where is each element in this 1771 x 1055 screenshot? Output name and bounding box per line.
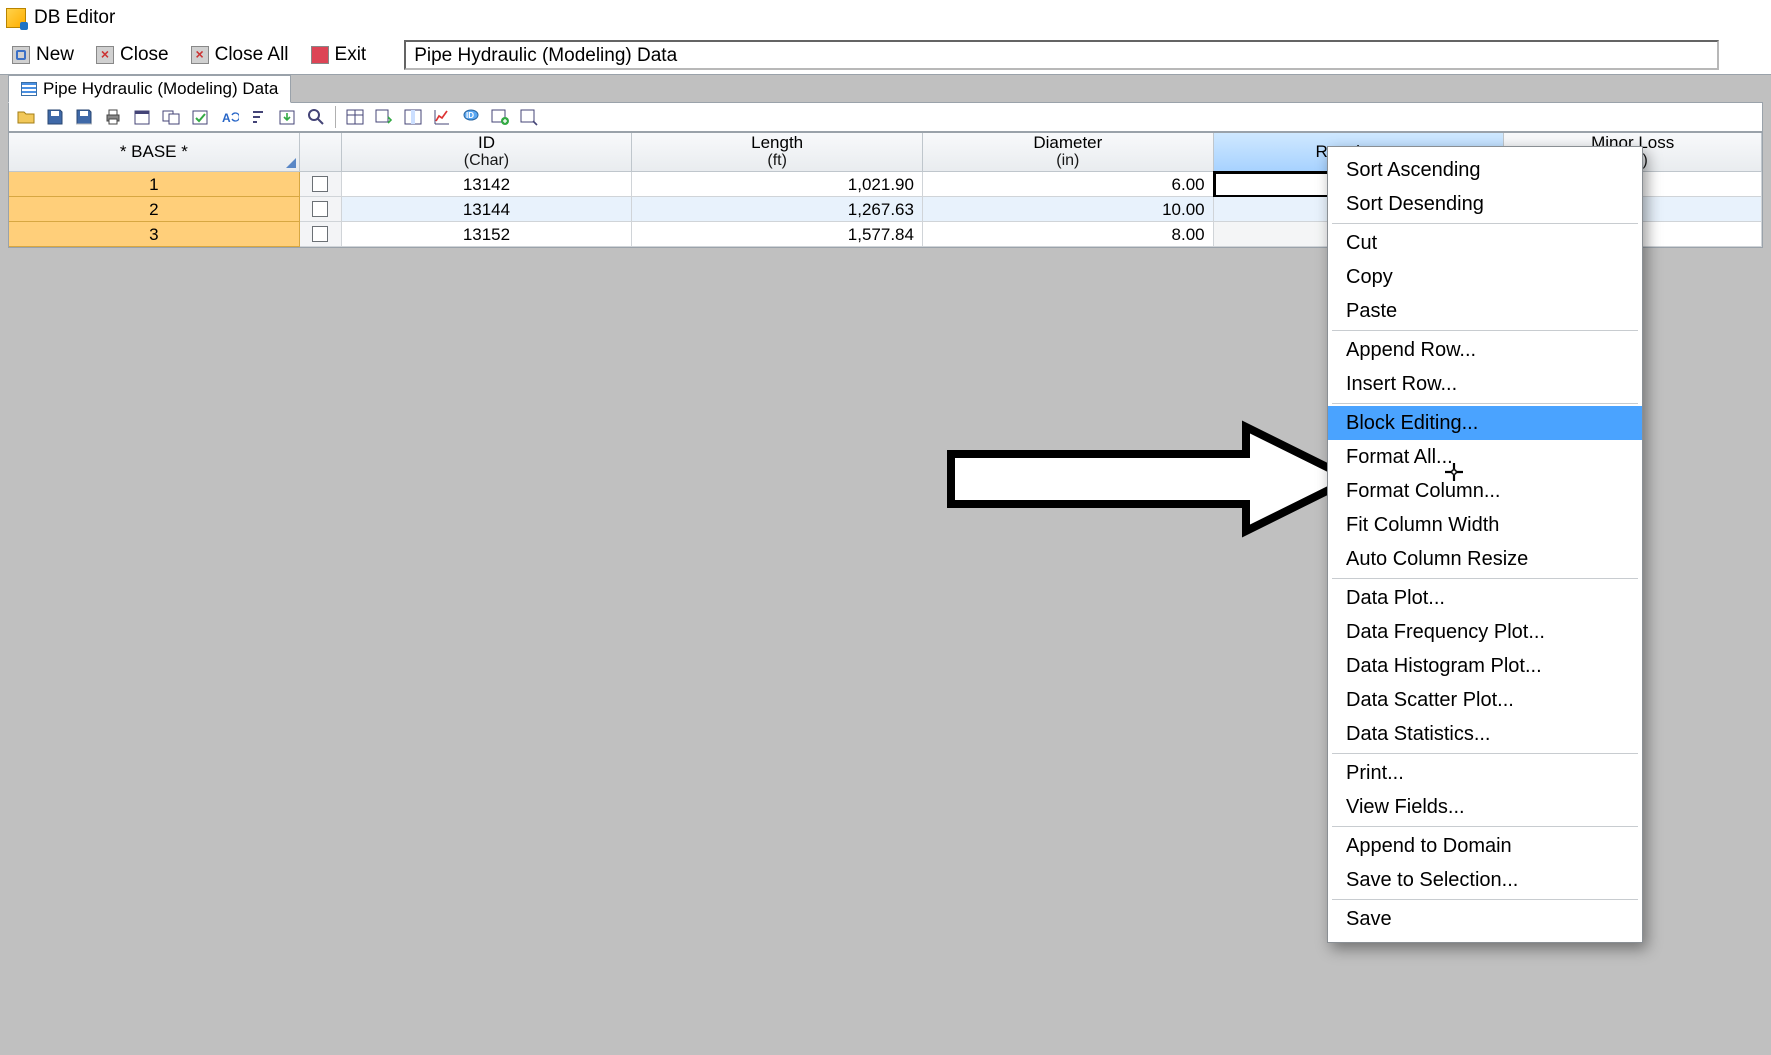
context-menu-item[interactable]: Format All... <box>1328 440 1642 474</box>
cell-id[interactable]: 13142 <box>342 172 633 197</box>
cell-diameter[interactable]: 6.00 <box>923 172 1214 197</box>
tabstrip: Pipe Hydraulic (Modeling) Data <box>8 75 291 103</box>
close-label: Close <box>120 44 169 66</box>
context-menu-item[interactable]: Sort Desending <box>1328 187 1642 221</box>
table-export-icon[interactable] <box>371 105 397 129</box>
new-menu-item[interactable]: New <box>12 44 74 66</box>
context-menu-separator <box>1332 403 1638 404</box>
icon-toolbar: A ID <box>8 102 1763 132</box>
context-menu-item[interactable]: Sort Ascending <box>1328 153 1642 187</box>
calendar-check-icon[interactable] <box>187 105 213 129</box>
row-checkbox[interactable] <box>300 222 342 247</box>
cell-length[interactable]: 1,267.63 <box>632 197 923 222</box>
close-all-label: Close All <box>215 44 289 66</box>
context-menu-item[interactable]: Copy <box>1328 260 1642 294</box>
save-icon[interactable] <box>42 105 68 129</box>
context-menu-item[interactable]: Insert Row... <box>1328 367 1642 401</box>
row-number[interactable]: 2 <box>9 197 300 222</box>
calendar-icon[interactable] <box>129 105 155 129</box>
save-as-icon[interactable] <box>71 105 97 129</box>
col-header-length[interactable]: Length(ft) <box>632 133 923 172</box>
context-menu-item[interactable]: Data Statistics... <box>1328 717 1642 751</box>
context-menu-item[interactable]: Block Editing... <box>1328 406 1642 440</box>
menubar: New Close Close All Exit Pipe Hydraulic … <box>0 35 1771 75</box>
tab-pipe-hydraulic[interactable]: Pipe Hydraulic (Modeling) Data <box>8 75 291 103</box>
context-menu-item[interactable]: Save <box>1328 902 1642 936</box>
context-menu-item[interactable]: Print... <box>1328 756 1642 790</box>
row-number[interactable]: 1 <box>9 172 300 197</box>
context-menu: Sort AscendingSort Desending CutCopyPaste… <box>1327 146 1643 943</box>
tab-label: Pipe Hydraulic (Modeling) Data <box>43 79 278 99</box>
table-view-icon[interactable] <box>342 105 368 129</box>
replace-icon[interactable]: A <box>216 105 242 129</box>
date-range-icon[interactable] <box>158 105 184 129</box>
context-menu-separator <box>1332 223 1638 224</box>
import-icon[interactable] <box>274 105 300 129</box>
table-icon <box>21 82 37 96</box>
sort-icon[interactable] <box>245 105 271 129</box>
svg-text:ID: ID <box>466 111 474 120</box>
cell-id[interactable]: 13152 <box>342 222 633 247</box>
row-checkbox[interactable] <box>300 197 342 222</box>
find-icon[interactable] <box>303 105 329 129</box>
context-menu-separator <box>1332 899 1638 900</box>
row-checkbox[interactable] <box>300 172 342 197</box>
new-icon <box>12 46 30 64</box>
context-menu-item[interactable]: Cut <box>1328 226 1642 260</box>
row-number[interactable]: 3 <box>9 222 300 247</box>
app-icon <box>6 8 26 28</box>
context-menu-separator <box>1332 753 1638 754</box>
menubar-left: New Close Close All Exit <box>0 44 366 66</box>
close-all-icon <box>191 46 209 64</box>
record-name-field[interactable]: Pipe Hydraulic (Modeling) Data <box>404 40 1719 70</box>
new-label: New <box>36 44 74 66</box>
window-title: DB Editor <box>34 7 115 29</box>
print-icon[interactable] <box>100 105 126 129</box>
titlebar: DB Editor <box>0 0 1771 35</box>
id-tag-icon[interactable]: ID <box>458 105 484 129</box>
checkbox-icon[interactable] <box>312 226 328 242</box>
context-menu-item[interactable]: Append Row... <box>1328 333 1642 367</box>
close-icon <box>96 46 114 64</box>
context-menu-item[interactable]: Paste <box>1328 294 1642 328</box>
context-menu-item[interactable]: Data Histogram Plot... <box>1328 649 1642 683</box>
context-menu-item[interactable]: Data Scatter Plot... <box>1328 683 1642 717</box>
context-menu-separator <box>1332 826 1638 827</box>
exit-label: Exit <box>335 44 367 66</box>
close-menu-item[interactable]: Close <box>96 44 169 66</box>
svg-text:A: A <box>222 111 231 125</box>
col-header-checkbox[interactable] <box>300 133 342 172</box>
context-menu-item[interactable]: Fit Column Width <box>1328 508 1642 542</box>
cell-diameter[interactable]: 8.00 <box>923 222 1214 247</box>
context-menu-item[interactable]: Format Column... <box>1328 474 1642 508</box>
annotation-arrow-icon <box>946 419 1356 539</box>
context-menu-item[interactable]: Auto Column Resize <box>1328 542 1642 576</box>
add-table-icon[interactable] <box>487 105 513 129</box>
context-menu-separator <box>1332 330 1638 331</box>
select-column-icon[interactable] <box>400 105 426 129</box>
context-menu-item[interactable]: Data Plot... <box>1328 581 1642 615</box>
close-all-menu-item[interactable]: Close All <box>191 44 289 66</box>
checkbox-icon[interactable] <box>312 176 328 192</box>
col-header-base[interactable]: * BASE * <box>9 133 300 172</box>
link-table-icon[interactable] <box>516 105 542 129</box>
checkbox-icon[interactable] <box>312 201 328 217</box>
context-menu-item[interactable]: Append to Domain <box>1328 829 1642 863</box>
context-menu-separator <box>1332 578 1638 579</box>
toolbar-separator-1 <box>335 106 336 128</box>
col-header-id[interactable]: ID(Char) <box>342 133 633 172</box>
cell-id[interactable]: 13144 <box>342 197 633 222</box>
context-menu-item[interactable]: Save to Selection... <box>1328 863 1642 897</box>
open-file-icon[interactable] <box>13 105 39 129</box>
exit-icon <box>311 46 329 64</box>
context-menu-item[interactable]: View Fields... <box>1328 790 1642 824</box>
exit-menu-item[interactable]: Exit <box>311 44 367 66</box>
context-menu-item[interactable]: Data Frequency Plot... <box>1328 615 1642 649</box>
chart-icon[interactable] <box>429 105 455 129</box>
col-header-diameter[interactable]: Diameter(in) <box>923 133 1214 172</box>
cell-length[interactable]: 1,021.90 <box>632 172 923 197</box>
cell-diameter[interactable]: 10.00 <box>923 197 1214 222</box>
cell-length[interactable]: 1,577.84 <box>632 222 923 247</box>
